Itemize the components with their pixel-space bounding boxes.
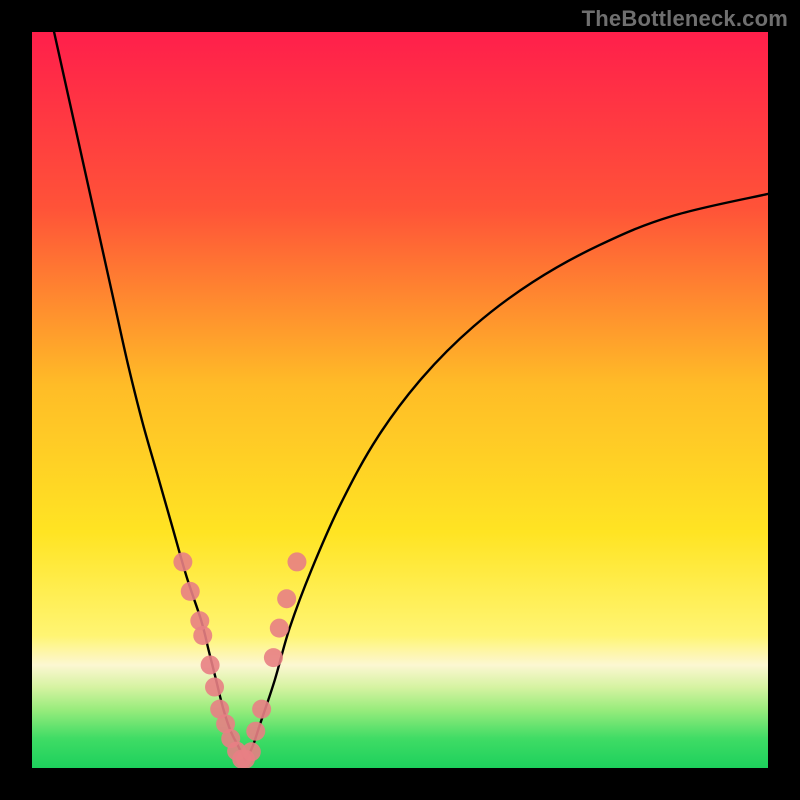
curve-right-arm bbox=[245, 194, 768, 761]
marker-left-markers bbox=[181, 582, 200, 601]
scatter-series bbox=[173, 552, 306, 768]
marker-left-markers bbox=[173, 552, 192, 571]
chart-frame: TheBottleneck.com bbox=[0, 0, 800, 800]
watermark-text: TheBottleneck.com bbox=[582, 6, 788, 32]
marker-right-markers bbox=[242, 742, 261, 761]
curve-left-arm bbox=[54, 32, 245, 761]
plot-area bbox=[32, 32, 768, 768]
marker-right-markers bbox=[252, 700, 271, 719]
marker-left-markers bbox=[205, 678, 224, 697]
marker-right-markers bbox=[287, 552, 306, 571]
marker-right-markers bbox=[270, 619, 289, 638]
line-series bbox=[54, 32, 768, 761]
marker-right-markers bbox=[277, 589, 296, 608]
marker-left-markers bbox=[193, 626, 212, 645]
chart-layer bbox=[32, 32, 768, 768]
marker-right-markers bbox=[264, 648, 283, 667]
marker-left-markers bbox=[201, 655, 220, 674]
marker-right-markers bbox=[246, 722, 265, 741]
